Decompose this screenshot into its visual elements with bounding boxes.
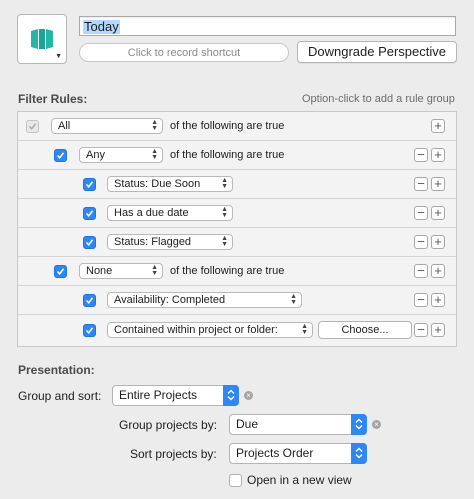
remove-rule-button[interactable]: − <box>414 148 428 162</box>
rule-checkbox <box>26 120 39 133</box>
perspective-title-field[interactable]: Today <box>79 16 456 36</box>
rule-row: Status: Due Soon ▲ ▼ − + <box>18 170 456 199</box>
rule-value: Availability: Completed <box>114 294 226 306</box>
rule-checkbox[interactable] <box>83 207 96 220</box>
quantifier-value: All <box>58 120 71 132</box>
updown-arrows-icon <box>351 443 367 464</box>
choose-project-button[interactable]: Choose... <box>318 321 412 339</box>
group-projects-label: Group projects by: <box>119 418 218 432</box>
clear-icon[interactable]: × <box>372 420 381 429</box>
rule-popup[interactable]: Status: Due Soon ▲ ▼ <box>107 176 233 192</box>
rule-popup[interactable]: Contained within project or folder: ▲ ▼ <box>107 322 313 338</box>
rule-value: Status: Flagged <box>114 236 192 248</box>
rule-row: Has a due date ▲ ▼ − + <box>18 199 456 228</box>
updown-arrows-icon: ▲ ▼ <box>290 293 297 306</box>
rule-popup[interactable]: Has a due date ▲ ▼ <box>107 205 233 221</box>
group-projects-value: Due <box>236 417 259 431</box>
perspective-icon-well[interactable]: ▼ <box>17 14 67 64</box>
sort-projects-value: Projects Order <box>236 446 314 460</box>
updown-arrows-icon: ▲ ▼ <box>221 206 228 219</box>
rule-value: Status: Due Soon <box>114 178 201 190</box>
chevron-down-icon: ▼ <box>55 53 62 60</box>
downgrade-perspective-button[interactable]: Downgrade Perspective <box>297 41 457 63</box>
perspective-glyph-icon <box>31 29 53 49</box>
rule-row-none: None ▲ ▼ of the following are true − + <box>18 257 456 286</box>
rule-checkbox[interactable] <box>83 178 96 191</box>
add-rule-button[interactable]: + <box>431 293 445 307</box>
quantifier-popup[interactable]: Any ▲ ▼ <box>79 147 163 163</box>
open-new-view-label: Open in a new view <box>247 473 352 487</box>
rule-row-all: All ▲ ▼ of the following are true + <box>18 112 456 141</box>
rule-checkbox[interactable] <box>83 294 96 307</box>
group-and-sort-label: Group and sort: <box>18 389 102 403</box>
rule-checkbox[interactable] <box>83 236 96 249</box>
add-rule-button[interactable]: + <box>431 177 445 191</box>
rule-value: Contained within project or folder: <box>114 324 278 336</box>
quantifier-value: None <box>86 265 113 277</box>
add-rule-button[interactable]: + <box>431 235 445 249</box>
updown-arrows-icon: ▲ ▼ <box>221 177 228 190</box>
remove-rule-button[interactable]: − <box>414 264 428 278</box>
quantifier-popup[interactable]: None ▲ ▼ <box>79 263 163 279</box>
rule-row-any: Any ▲ ▼ of the following are true − + <box>18 141 456 170</box>
updown-arrows-icon <box>351 414 367 435</box>
rule-popup[interactable]: Status: Flagged ▲ ▼ <box>107 234 233 250</box>
group-and-sort-value: Entire Projects <box>119 388 198 402</box>
quantifier-suffix: of the following are true <box>170 120 285 132</box>
updown-arrows-icon: ▲ ▼ <box>221 235 228 248</box>
add-rule-button[interactable]: + <box>431 206 445 220</box>
group-and-sort-popup[interactable]: Entire Projects <box>112 385 239 406</box>
quantifier-suffix: of the following are true <box>170 265 285 277</box>
perspective-title-text: Today <box>83 19 120 34</box>
open-new-view-checkbox[interactable] <box>229 474 242 487</box>
rule-checkbox[interactable] <box>83 324 96 337</box>
remove-rule-button[interactable]: − <box>414 293 428 307</box>
clear-icon[interactable]: × <box>244 391 253 400</box>
rule-value: Has a due date <box>114 207 189 219</box>
group-projects-popup[interactable]: Due <box>229 414 367 435</box>
updown-arrows-icon: ▲ ▼ <box>151 264 158 277</box>
sort-projects-popup[interactable]: Projects Order <box>229 443 367 464</box>
sort-projects-label: Sort projects by: <box>130 447 217 461</box>
remove-rule-button[interactable]: − <box>414 323 428 337</box>
rule-row: Contained within project or folder: ▲ ▼ C… <box>18 315 456 344</box>
rule-row: Status: Flagged ▲ ▼ − + <box>18 228 456 257</box>
quantifier-value: Any <box>86 149 105 161</box>
filter-rules-heading: Filter Rules: <box>18 92 88 106</box>
add-rule-button[interactable]: + <box>431 264 445 278</box>
remove-rule-button[interactable]: − <box>414 206 428 220</box>
filter-rules-list: All ▲ ▼ of the following are true + Any ▲… <box>17 111 457 347</box>
rule-checkbox[interactable] <box>54 265 67 278</box>
rule-row: Availability: Completed ▲ ▼ − + <box>18 286 456 315</box>
quantifier-suffix: of the following are true <box>170 149 285 161</box>
rule-popup[interactable]: Availability: Completed ▲ ▼ <box>107 292 302 308</box>
add-rule-button[interactable]: + <box>431 323 445 337</box>
add-rule-button[interactable]: + <box>431 119 445 133</box>
add-rule-button[interactable]: + <box>431 148 445 162</box>
remove-rule-button[interactable]: − <box>414 177 428 191</box>
quantifier-popup[interactable]: All ▲ ▼ <box>51 118 163 134</box>
updown-arrows-icon: ▲ ▼ <box>151 148 158 161</box>
rule-group-hint: Option-click to add a rule group <box>302 93 455 105</box>
rule-checkbox[interactable] <box>54 149 67 162</box>
updown-arrows-icon: ▲ ▼ <box>301 323 308 336</box>
remove-rule-button[interactable]: − <box>414 235 428 249</box>
updown-arrows-icon <box>223 385 239 406</box>
presentation-heading: Presentation: <box>18 363 95 377</box>
record-shortcut-button[interactable]: Click to record shortcut <box>79 43 289 62</box>
updown-arrows-icon: ▲ ▼ <box>151 119 158 132</box>
